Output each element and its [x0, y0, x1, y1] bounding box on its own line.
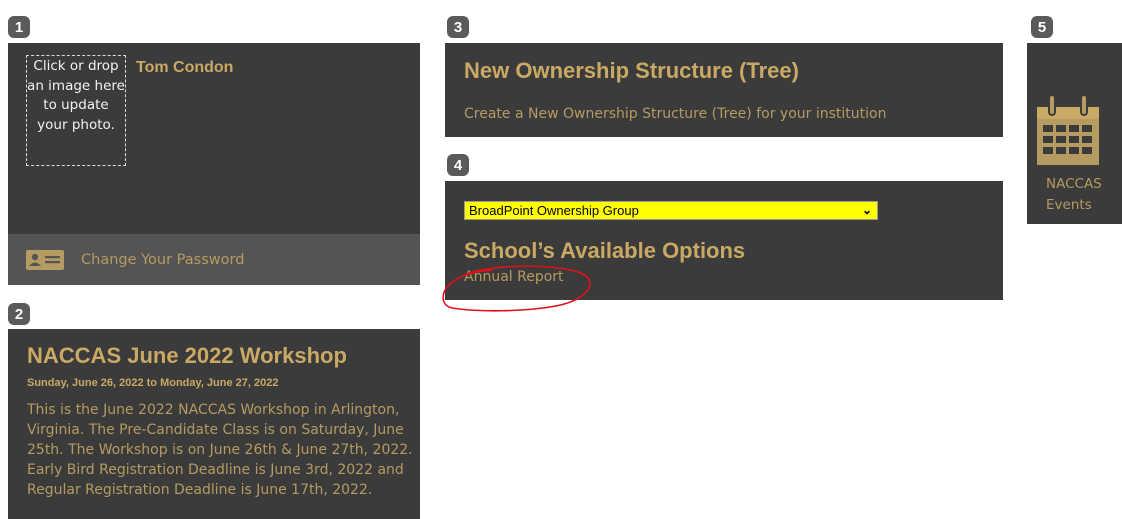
section-badge-2: 2 [8, 303, 30, 325]
chevron-down-icon: ⌄ [861, 203, 872, 217]
events-panel[interactable]: NACCAS Events [1027, 43, 1122, 224]
workshop-panel: NACCAS June 2022 Workshop Sunday, June 2… [8, 329, 420, 519]
user-name: Tom Condon [136, 59, 234, 76]
id-card-icon [26, 249, 64, 270]
workshop-date: Sunday, June 26, 2022 to Monday, June 27… [27, 377, 279, 389]
available-options-title: School’s Available Options [464, 238, 746, 263]
change-password-button[interactable]: Change Your Password [8, 234, 420, 285]
ownership-tree-panel[interactable]: New Ownership Structure (Tree) Create a … [445, 43, 1003, 137]
ownership-tree-description: Create a New Ownership Structure (Tree) … [464, 106, 887, 122]
workshop-description: This is the June 2022 NACCAS Workshop in… [27, 402, 413, 498]
ownership-group-select[interactable]: BroadPoint Ownership Group ⌄ [464, 201, 878, 220]
ownership-group-selected: BroadPoint Ownership Group [469, 203, 639, 218]
annotation-circle [442, 265, 591, 312]
section-badge-4: 4 [447, 154, 469, 176]
section-badge-5: 5 [1031, 16, 1053, 38]
calendar-icon [1037, 94, 1099, 171]
profile-panel: Click or drop an image here to update yo… [8, 43, 420, 285]
workshop-title[interactable]: NACCAS June 2022 Workshop [27, 343, 347, 369]
section-badge-3: 3 [447, 16, 469, 38]
photo-drop-zone[interactable]: Click or drop an image here to update yo… [26, 55, 126, 166]
events-label: NACCAS Events [1046, 176, 1102, 213]
ownership-tree-title[interactable]: New Ownership Structure (Tree) [464, 58, 799, 84]
change-password-label: Change Your Password [81, 251, 245, 268]
section-badge-1: 1 [8, 16, 30, 38]
